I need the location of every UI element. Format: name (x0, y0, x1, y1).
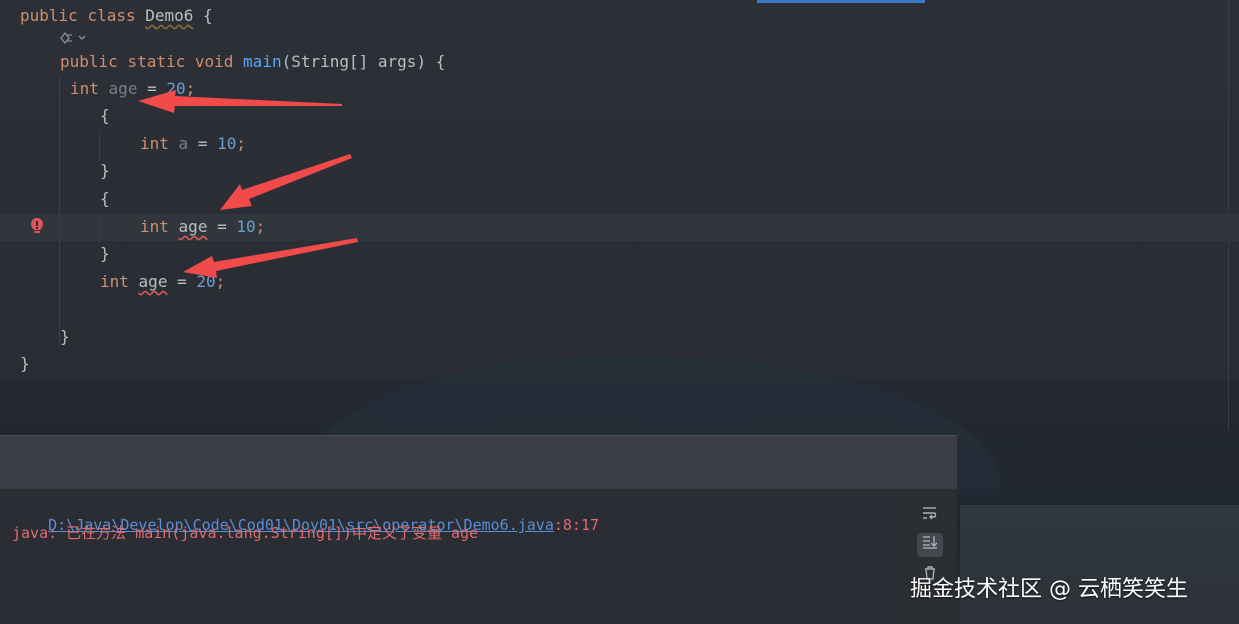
code-token: { (100, 189, 110, 208)
code-line[interactable]: int age = 20; (100, 269, 225, 295)
run-console: D:\Java\Develop\Code\Cod01\Doy01\src\ope… (0, 435, 957, 624)
code-token: int (70, 79, 99, 98)
code-line[interactable]: } (100, 241, 110, 267)
tab-accent (757, 0, 925, 3)
wallpaper-shore (960, 505, 1239, 624)
code-token: 10 (236, 217, 256, 236)
code-token: int (140, 217, 169, 236)
code-token: { (100, 106, 110, 125)
code-token: age (108, 79, 138, 98)
code-line[interactable]: int age = 10; (140, 214, 265, 240)
code-token: { (193, 6, 213, 25)
code-line[interactable]: { (100, 186, 110, 212)
code-token: class (87, 6, 136, 25)
code-line[interactable]: public static void main(String[] args) { (60, 49, 445, 75)
code-token: public (60, 52, 118, 71)
code-line[interactable]: } (20, 351, 30, 377)
indent-guide (59, 76, 60, 346)
plugin-icon[interactable] (58, 30, 88, 46)
code-token: ; (185, 79, 196, 98)
code-line[interactable]: } (100, 158, 110, 184)
code-line[interactable]: public class Demo6 { (20, 3, 213, 29)
code-token: } (20, 354, 30, 373)
code-token: ; (255, 217, 266, 236)
code-line[interactable]: int a = 10; (140, 131, 246, 157)
code-token: = (188, 134, 218, 153)
code-token: void (194, 52, 234, 71)
soft-wrap-icon[interactable] (917, 504, 943, 528)
scroll-to-end-icon[interactable] (917, 533, 943, 557)
code-token: int (100, 272, 129, 291)
code-token: public (20, 6, 78, 25)
code-token: = (167, 272, 197, 291)
indent-guide (99, 130, 100, 160)
code-token: ; (215, 272, 226, 291)
watermark-text: 掘金技术社区 @ 云栖笑笑生 (910, 577, 1188, 602)
indent-guide (99, 213, 100, 243)
code-line[interactable]: } (60, 324, 70, 350)
error-message: java: 已在方法 main(java.lang.String[])中定义了变… (12, 524, 479, 542)
code-token: ; (236, 134, 246, 153)
code-token: main (243, 52, 282, 71)
code-token: = (207, 217, 237, 236)
code-line[interactable]: { (100, 103, 110, 129)
error-gutter-icon[interactable] (29, 217, 45, 235)
console-toolbar (0, 435, 957, 490)
code-token: 20 (166, 79, 186, 98)
code-token: static (127, 52, 186, 71)
code-token: age (178, 217, 208, 236)
code-token: } (60, 327, 70, 346)
code-token: } (100, 244, 110, 263)
line-column: :8:17 (553, 516, 600, 534)
code-token: 10 (217, 134, 237, 153)
code-token: (String[] args) { (281, 52, 446, 71)
code-token: = (137, 79, 167, 98)
code-token: Demo6 (145, 6, 194, 25)
code-token: a (178, 134, 189, 153)
code-token: } (100, 161, 110, 180)
code-token: age (138, 272, 168, 291)
code-token: 20 (196, 272, 216, 291)
code-token: int (140, 134, 169, 153)
code-line[interactable]: int age = 20; (70, 76, 195, 102)
